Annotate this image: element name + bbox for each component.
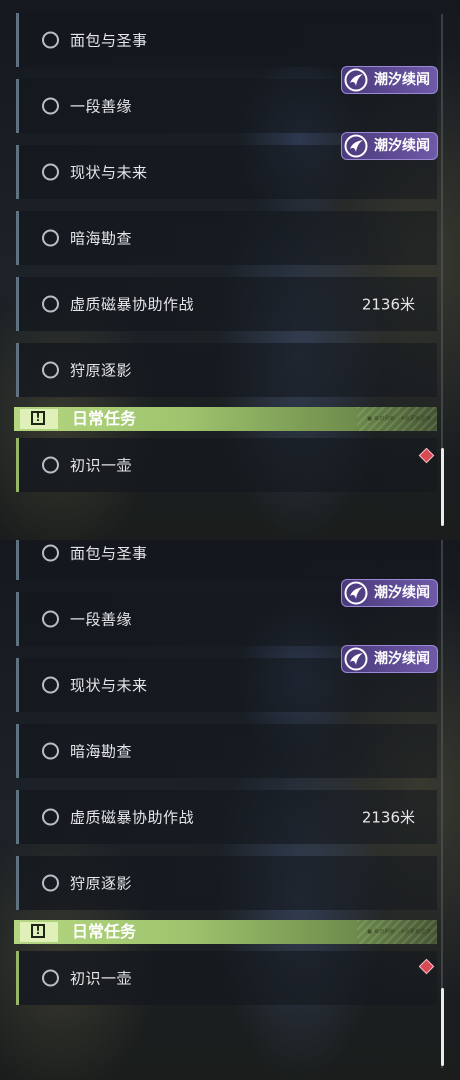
- scrollbar-thumb[interactable]: [441, 448, 444, 526]
- quest-status-circle-icon: [42, 456, 59, 474]
- quest-title: 一段善缘: [70, 97, 133, 116]
- quest-item-2[interactable]: 一段善缘 潮汐续闻: [16, 66, 438, 133]
- tide-badge-label: 潮汐续闻: [374, 72, 430, 88]
- quest-list: 面包与圣事 一段善缘 潮汐续闻 现状与未来 潮汐续闻 暗海勘查 虚质磁暴协助作战…: [14, 13, 438, 492]
- quest-item-1[interactable]: 面包与圣事: [16, 540, 437, 580]
- quest-title: 虚质磁暴协助作战: [70, 808, 195, 827]
- quest-status-circle-icon: [42, 742, 59, 760]
- quest-title: 一段善缘: [70, 610, 133, 629]
- tide-logo-icon: [344, 581, 368, 605]
- tide-logo-icon: [344, 68, 368, 92]
- daily-quest-item-1[interactable]: 初识一壶: [16, 438, 437, 492]
- tide-logo-icon: [344, 134, 368, 158]
- quest-item-6[interactable]: 狩原逐影: [16, 343, 437, 397]
- quest-status-circle-icon: [42, 676, 59, 694]
- quest-status-circle-icon: [42, 229, 59, 247]
- quest-title: 虚质磁暴协助作战: [70, 295, 195, 314]
- daily-quest-item-1[interactable]: 初识一壶: [16, 951, 437, 1005]
- scrollbar-thumb[interactable]: [441, 988, 444, 1066]
- tide-logo-icon: [344, 647, 368, 671]
- quest-item-2[interactable]: 一段善缘 潮汐续闻: [16, 579, 438, 646]
- quest-panel-bottom: 面包与圣事 一段善缘 潮汐续闻 现状与未来 潮汐续闻 暗海勘查 虚质磁暴协助作战…: [0, 540, 460, 1080]
- tide-badge: 潮汐续闻: [341, 645, 438, 673]
- quest-status-circle-icon: [42, 969, 59, 987]
- tide-badge: 潮汐续闻: [341, 66, 438, 94]
- quest-item-5[interactable]: 虚质磁暴协助作战 2136米: [16, 790, 437, 844]
- quest-distance: 2136米: [361, 808, 415, 827]
- quest-status-circle-icon: [42, 97, 59, 115]
- tide-badge: 潮汐续闻: [341, 132, 438, 160]
- quest-title: 暗海勘查: [70, 742, 133, 761]
- quest-status-circle-icon: [42, 874, 59, 892]
- daily-header-note: ■ 每日刷新 · 4点更新显示: [367, 416, 431, 422]
- quest-title: 现状与未来: [70, 676, 148, 695]
- quest-status-circle-icon: [42, 808, 59, 826]
- quest-title: 狩原逐影: [70, 361, 133, 380]
- quest-status-circle-icon: [42, 361, 59, 379]
- quest-title: 现状与未来: [70, 163, 148, 182]
- exclamation-box-icon: !: [20, 922, 58, 942]
- daily-header-note: ■ 每日刷新 · 4点更新显示: [367, 929, 431, 935]
- quest-panel-top: 面包与圣事 一段善缘 潮汐续闻 现状与未来 潮汐续闻 暗海勘查 虚质磁暴协助作战…: [0, 0, 460, 540]
- quest-item-5[interactable]: 虚质磁暴协助作战 2136米: [16, 277, 437, 331]
- quest-list: 面包与圣事 一段善缘 潮汐续闻 现状与未来 潮汐续闻 暗海勘查 虚质磁暴协助作战…: [14, 540, 438, 1005]
- daily-quests-title: 日常任务: [72, 922, 137, 941]
- daily-quests-header[interactable]: ! 日常任务 ■ 每日刷新 · 4点更新显示: [14, 920, 437, 944]
- quest-status-circle-icon: [42, 610, 59, 628]
- daily-quests-title: 日常任务: [72, 409, 137, 428]
- tide-badge-label: 潮汐续闻: [374, 138, 430, 154]
- quest-title: 面包与圣事: [70, 31, 148, 50]
- quest-item-4[interactable]: 暗海勘查: [16, 211, 437, 265]
- tide-badge-label: 潮汐续闻: [374, 651, 430, 667]
- quest-title: 狩原逐影: [70, 874, 133, 893]
- quest-status-circle-icon: [42, 163, 59, 181]
- quest-item-1[interactable]: 面包与圣事: [16, 13, 437, 67]
- quest-title: 初识一壶: [70, 456, 133, 475]
- quest-title: 暗海勘查: [70, 229, 133, 248]
- quest-item-3[interactable]: 现状与未来 潮汐续闻: [16, 645, 438, 712]
- quest-title: 面包与圣事: [70, 544, 148, 563]
- quest-item-4[interactable]: 暗海勘查: [16, 724, 437, 778]
- quest-distance: 2136米: [361, 295, 415, 314]
- quest-title: 初识一壶: [70, 969, 133, 988]
- quest-status-circle-icon: [42, 295, 59, 313]
- quest-status-circle-icon: [42, 31, 59, 49]
- tide-badge: 潮汐续闻: [341, 579, 438, 607]
- quest-status-circle-icon: [42, 544, 59, 562]
- daily-quests-header[interactable]: ! 日常任务 ■ 每日刷新 · 4点更新显示: [14, 407, 437, 431]
- quest-item-3[interactable]: 现状与未来 潮汐续闻: [16, 132, 438, 199]
- quest-item-6[interactable]: 狩原逐影: [16, 856, 437, 910]
- exclamation-box-icon: !: [20, 409, 58, 429]
- tide-badge-label: 潮汐续闻: [374, 585, 430, 601]
